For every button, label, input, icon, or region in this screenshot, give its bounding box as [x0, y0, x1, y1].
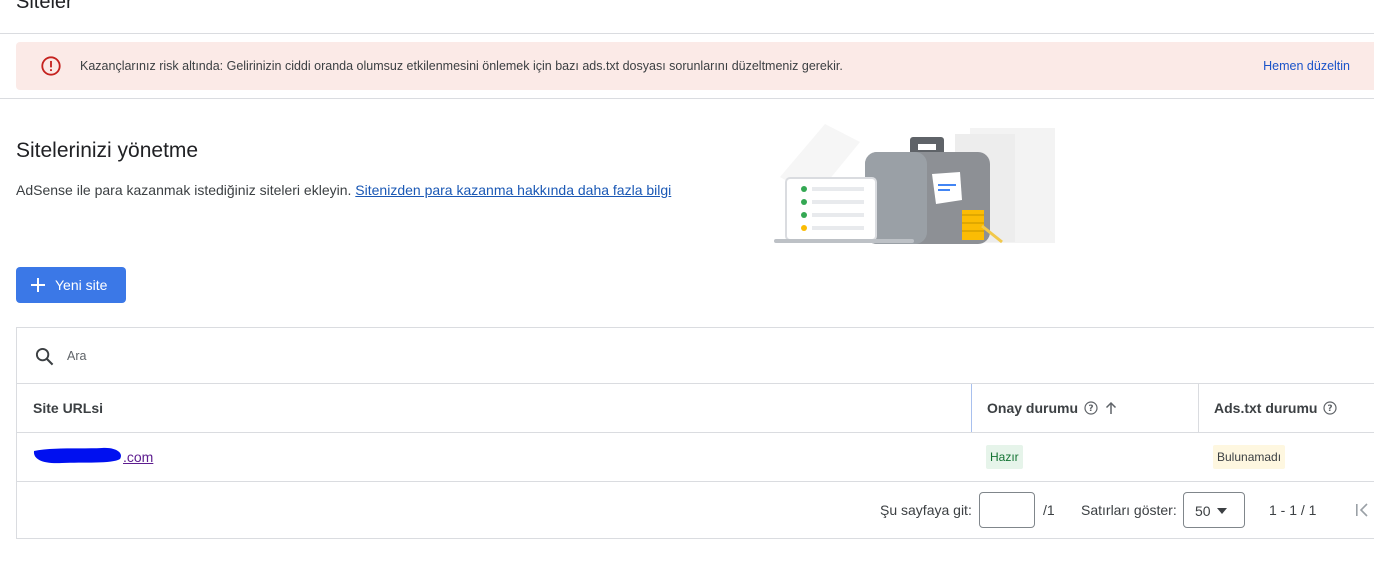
- page-header: Siteler: [0, 0, 1374, 34]
- help-icon[interactable]: ?: [1084, 401, 1098, 415]
- help-icon[interactable]: ?: [1323, 401, 1338, 415]
- svg-text:?: ?: [1328, 404, 1333, 414]
- search-icon: [35, 347, 54, 366]
- description-text: AdSense ile para kazanmak istediğiniz si…: [16, 182, 352, 198]
- column-approval-status[interactable]: Onay durumu ?: [971, 384, 1198, 432]
- divider: [0, 98, 1374, 99]
- rows-per-page-label: Satırları göster:: [1081, 502, 1177, 518]
- column-ads-txt-status[interactable]: Ads.txt durumu ?: [1198, 384, 1374, 432]
- goto-page-input[interactable]: [979, 492, 1035, 528]
- search-input[interactable]: [65, 344, 465, 368]
- rows-per-page-select[interactable]: 50: [1183, 492, 1245, 528]
- goto-page-label: Şu sayfaya git:: [880, 502, 972, 518]
- briefcase-laptop-illustration: [774, 124, 1055, 244]
- table-header-row: Site URLsi Onay durumu ? Ads.txt durumu …: [17, 384, 1374, 433]
- sites-table: Site URLsi Onay durumu ? Ads.txt durumu …: [16, 327, 1374, 539]
- learn-more-link[interactable]: Sitenizden para kazanma hakkında daha fa…: [355, 182, 671, 198]
- ads-txt-alert: Kazançlarınız risk altında: Gelirinizin …: [16, 42, 1374, 90]
- plus-icon: [31, 278, 45, 292]
- ads-txt-status-badge: Bulunamadı: [1213, 445, 1286, 469]
- new-site-button[interactable]: Yeni site: [16, 267, 126, 303]
- fix-now-link[interactable]: Hemen düzeltin: [1263, 59, 1350, 73]
- alert-message: Kazançlarınız risk altında: Gelirinizin …: [80, 59, 843, 73]
- sort-ascending-icon[interactable]: [1104, 401, 1118, 415]
- search-bar: [17, 328, 1374, 384]
- column-site-url[interactable]: Site URLsi: [33, 384, 103, 432]
- approval-status-badge: Hazır: [986, 445, 1023, 469]
- column-label: Ads.txt durumu: [1214, 400, 1318, 416]
- section-heading: Sitelerinizi yönetme: [16, 139, 199, 162]
- new-site-label: Yeni site: [55, 277, 108, 293]
- svg-text:?: ?: [1088, 404, 1093, 414]
- page-title: Siteler: [16, 0, 73, 13]
- error-outline-icon: [41, 56, 61, 76]
- site-url-text: .com: [123, 449, 154, 465]
- redaction-mark: [33, 447, 122, 464]
- pagination-bar: Şu sayfaya git: /1 Satırları göster: 50 …: [17, 482, 1374, 539]
- column-label: Onay durumu: [987, 400, 1079, 416]
- rows-per-page-value: 50: [1195, 503, 1211, 519]
- chevron-down-icon: [1217, 508, 1227, 514]
- total-pages: /1: [1043, 502, 1055, 518]
- page-range: 1 - 1 / 1: [1269, 502, 1317, 518]
- table-row: .com Hazır Bulunamadı: [17, 433, 1374, 482]
- column-label: Site URLsi: [33, 400, 104, 416]
- first-page-icon[interactable]: [1354, 501, 1372, 519]
- section-description: AdSense ile para kazanmak istediğiniz si…: [16, 180, 676, 200]
